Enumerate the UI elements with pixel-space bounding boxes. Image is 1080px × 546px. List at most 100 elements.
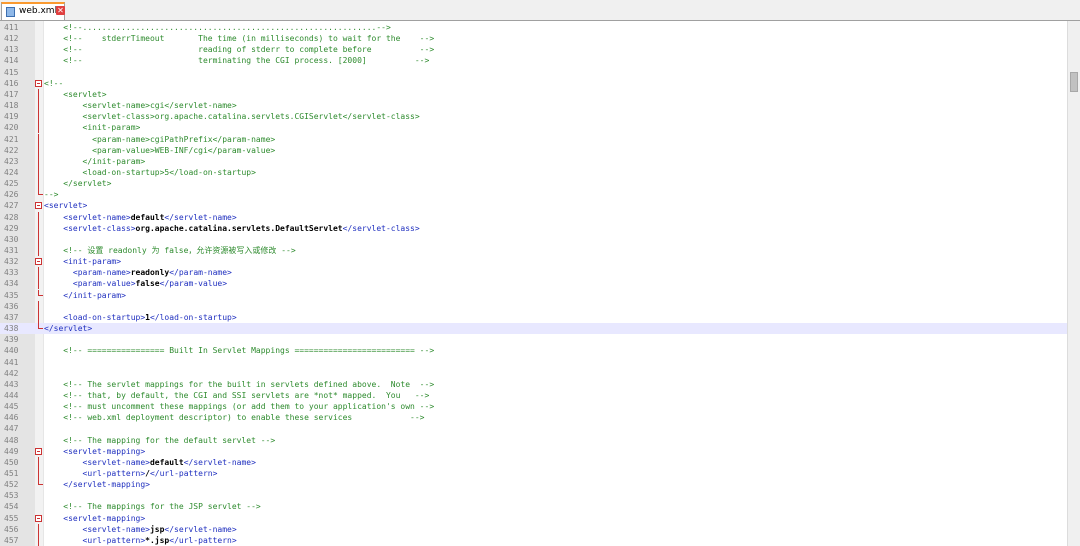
code-line[interactable]: 420 <init-param> bbox=[0, 122, 1067, 134]
code-editor[interactable]: 411 <!--................................… bbox=[0, 21, 1067, 546]
code-line[interactable]: 433 <param-name>readonly</param-name> bbox=[0, 267, 1067, 279]
line-number: 419 bbox=[4, 112, 19, 122]
code-line[interactable]: 438 </servlet> bbox=[0, 323, 1067, 335]
code-line[interactable]: 425 </servlet> bbox=[0, 178, 1067, 190]
xml-tag: <servlet-class> bbox=[63, 223, 136, 233]
code-line[interactable]: 426 --> bbox=[0, 189, 1067, 200]
code-text: <param-value>WEB-INF/cgi</param-value> bbox=[44, 145, 275, 156]
code-line[interactable]: 447 bbox=[0, 423, 1067, 434]
code-line[interactable]: 454 <!-- The mappings for the JSP servle… bbox=[0, 501, 1067, 512]
code-line[interactable]: 444 <!-- that, by default, the CGI and S… bbox=[0, 390, 1067, 401]
code-line[interactable]: 441 bbox=[0, 357, 1067, 368]
code-line[interactable]: 431 <!-- 设置 readonly 为 false，允许资源被写入或修改 … bbox=[0, 245, 1067, 256]
fold-collapse-icon[interactable] bbox=[35, 513, 43, 524]
code-line[interactable]: 424 <load-on-startup>5</load-on-startup> bbox=[0, 166, 1067, 178]
code-line[interactable]: 412 <!-- stderrTimeout The time (in mill… bbox=[0, 33, 1067, 44]
code-line[interactable]: 417 <servlet> bbox=[0, 88, 1067, 100]
line-number: 413 bbox=[4, 45, 19, 55]
xml-tag: <servlet-name> bbox=[82, 457, 150, 467]
xml-tag: </servlet-class> bbox=[342, 223, 420, 233]
xml-comment: <servlet-class>org.apache.catalina.servl… bbox=[82, 112, 420, 122]
code-text: <!-- that, by default, the CGI and SSI s… bbox=[44, 390, 429, 401]
xml-comment: <!-- bbox=[44, 78, 64, 88]
fold-line-marker bbox=[35, 88, 43, 100]
code-line[interactable]: 451 <url-pattern>/</url-pattern> bbox=[0, 468, 1067, 479]
line-number: 416 bbox=[4, 78, 19, 88]
xml-tag: <servlet-name> bbox=[82, 524, 150, 534]
fold-line-marker bbox=[35, 311, 43, 323]
code-text: <servlet> bbox=[44, 200, 87, 211]
xml-comment: <servlet> bbox=[63, 89, 107, 99]
code-line[interactable]: 450 <servlet-name>default</servlet-name> bbox=[0, 456, 1067, 468]
code-line[interactable]: 418 <servlet-name>cgi</servlet-name> bbox=[0, 100, 1067, 112]
line-number: 431 bbox=[4, 246, 19, 255]
code-text: </init-param> bbox=[44, 156, 146, 167]
xml-text: readonly bbox=[130, 268, 170, 278]
fold-collapse-icon[interactable] bbox=[35, 78, 43, 89]
code-line[interactable]: 427 <servlet> bbox=[0, 200, 1067, 211]
code-line[interactable]: 452 </servlet-mapping> bbox=[0, 479, 1067, 490]
xml-comment: <load-on-startup>5</load-on-startup> bbox=[82, 167, 256, 177]
code-line[interactable]: 455 <servlet-mapping> bbox=[0, 513, 1067, 524]
xml-tag: <url-pattern> bbox=[82, 469, 146, 478]
code-line[interactable]: 448 <!-- The mapping for the default ser… bbox=[0, 435, 1067, 446]
code-line[interactable]: 421 <param-name>cgiPathPrefix</param-nam… bbox=[0, 133, 1067, 145]
line-number: 438 bbox=[4, 324, 19, 334]
code-text: <!-- terminating the CGI process. [2000]… bbox=[44, 55, 429, 66]
code-line[interactable]: 423 </init-param> bbox=[0, 155, 1067, 167]
code-text: <!-- web.xml deployment descriptor) to e… bbox=[44, 412, 424, 423]
xml-text: *.jsp bbox=[145, 535, 170, 545]
code-line[interactable]: 429 <servlet-class>org.apache.catalina.s… bbox=[0, 222, 1067, 234]
xml-tag: </param-name> bbox=[169, 268, 232, 278]
code-text: <load-on-startup>1</load-on-startup> bbox=[44, 312, 236, 323]
code-line[interactable]: 430 bbox=[0, 233, 1067, 245]
code-line[interactable]: 414 <!-- terminating the CGI process. [2… bbox=[0, 55, 1067, 66]
vertical-scrollbar[interactable] bbox=[1067, 21, 1080, 546]
code-line[interactable]: 422 <param-value>WEB-INF/cgi</param-valu… bbox=[0, 144, 1067, 156]
xml-comment: <!-- ================ Built In Servlet M… bbox=[63, 346, 435, 356]
close-tab-icon[interactable]: ✕ bbox=[56, 6, 65, 15]
code-line[interactable]: 446 <!-- web.xml deployment descriptor) … bbox=[0, 412, 1067, 423]
fold-collapse-icon[interactable] bbox=[35, 256, 43, 267]
code-line[interactable]: 456 <servlet-name>jsp</servlet-name> bbox=[0, 523, 1067, 535]
code-line[interactable]: 453 bbox=[0, 490, 1067, 501]
code-line[interactable]: 440 <!-- ================ Built In Servl… bbox=[0, 345, 1067, 356]
fold-collapse-icon[interactable] bbox=[35, 446, 43, 457]
code-line[interactable]: 416 <!-- bbox=[0, 78, 1067, 89]
code-line[interactable]: 439 bbox=[0, 334, 1067, 345]
scrollbar-thumb[interactable] bbox=[1070, 72, 1078, 92]
code-line[interactable]: 411 <!--................................… bbox=[0, 22, 1067, 33]
code-line[interactable]: 449 <servlet-mapping> bbox=[0, 446, 1067, 457]
code-text: <init-param> bbox=[44, 122, 141, 133]
line-number: 423 bbox=[4, 156, 19, 166]
code-line[interactable]: 443 <!-- The servlet mappings for the bu… bbox=[0, 379, 1067, 390]
code-line[interactable]: 428 <servlet-name>default</servlet-name> bbox=[0, 211, 1067, 223]
code-line[interactable]: 435 </init-param> bbox=[0, 289, 1067, 301]
xml-tag: <servlet-mapping> bbox=[63, 446, 146, 456]
code-line[interactable]: 437 <load-on-startup>1</load-on-startup> bbox=[0, 311, 1067, 323]
code-line[interactable]: 432 <init-param> bbox=[0, 256, 1067, 267]
code-line[interactable]: 419 <servlet-class>org.apache.catalina.s… bbox=[0, 111, 1067, 123]
code-line[interactable]: 436 bbox=[0, 300, 1067, 312]
line-number: 456 bbox=[4, 524, 19, 534]
code-line[interactable]: 413 <!-- reading of stderr to complete b… bbox=[0, 44, 1067, 55]
tab-web-xml[interactable]: web.xml ✕ bbox=[1, 2, 65, 20]
fold-collapse-icon[interactable] bbox=[35, 200, 43, 211]
line-number: 449 bbox=[4, 446, 19, 456]
code-line[interactable]: 457 <url-pattern>*.jsp</url-pattern> bbox=[0, 534, 1067, 546]
xml-comment: <!-- terminating the CGI process. [2000]… bbox=[63, 56, 430, 66]
code-line[interactable]: 442 bbox=[0, 368, 1067, 379]
code-line[interactable]: 434 <param-value>false</param-value> bbox=[0, 278, 1067, 290]
code-line[interactable]: 445 <!-- must uncomment these mappings (… bbox=[0, 401, 1067, 412]
line-number: 450 bbox=[4, 457, 19, 467]
code-line[interactable]: 415 bbox=[0, 67, 1067, 78]
code-text: <!-- The mapping for the default servlet… bbox=[44, 435, 275, 446]
